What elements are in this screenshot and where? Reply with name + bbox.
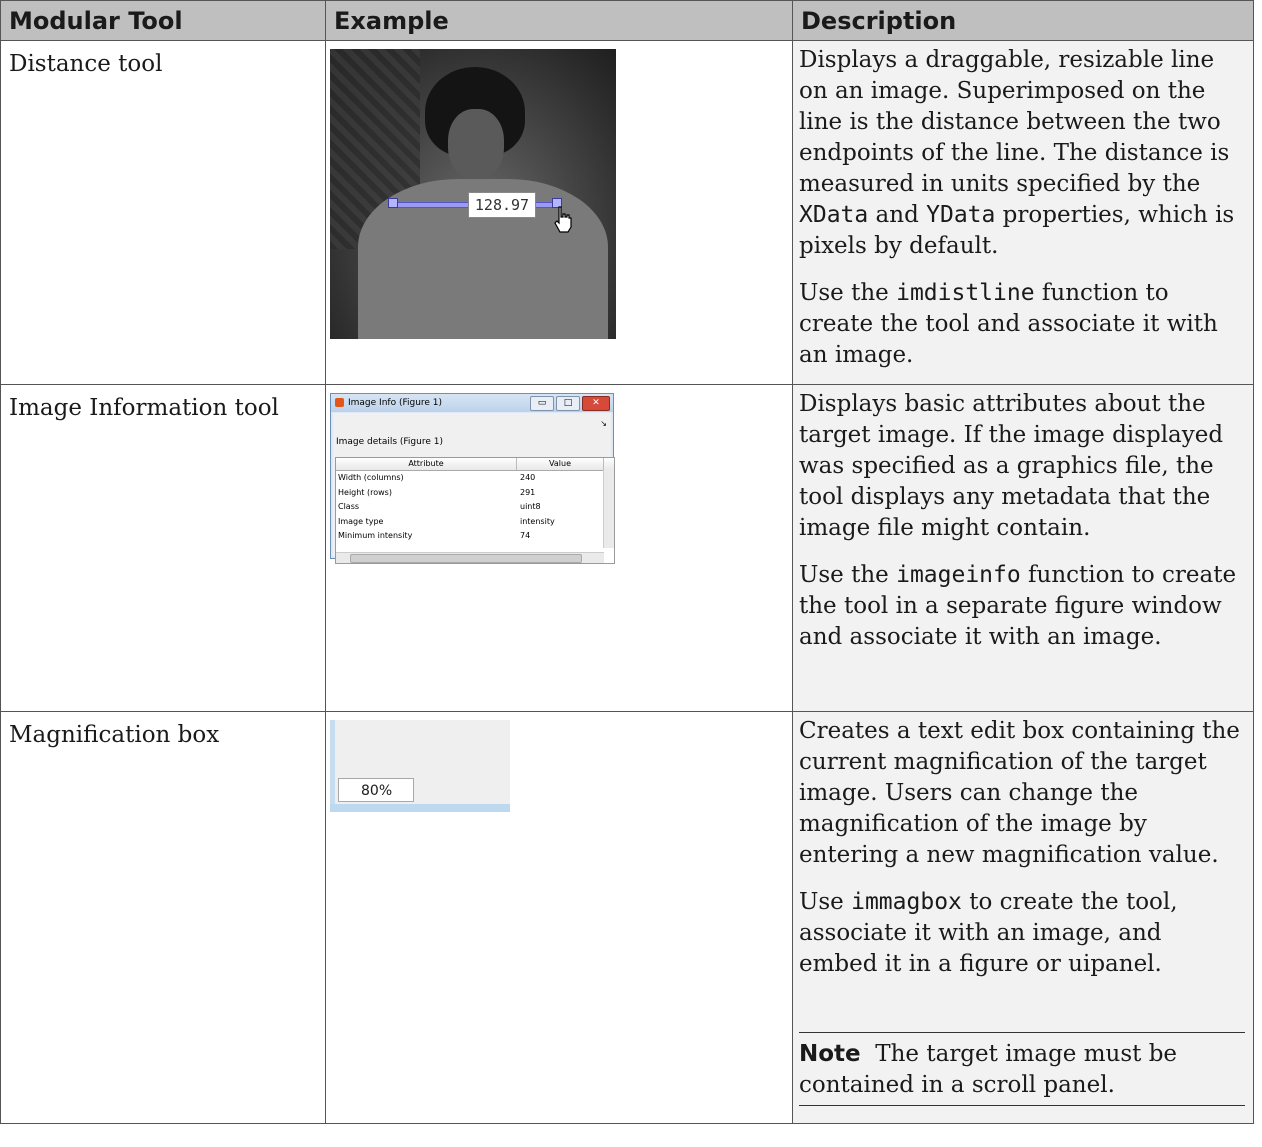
description-paragraph: Use immagbox to create the tool, associa… [799, 889, 1178, 977]
description-paragraph: Creates a text edit box containing the c… [799, 718, 1240, 868]
dock-arrow-icon[interactable]: ↘ [600, 419, 607, 428]
description-paragraph: Displays a draggable, resizable line on … [799, 47, 1235, 259]
grid-row: Width (columns) 240 [338, 473, 536, 482]
vertical-scrollbar[interactable] [603, 470, 614, 548]
note-box: Note The target image must be contained … [799, 1032, 1245, 1106]
image-details-label: Image details (Figure 1) [336, 437, 443, 447]
scrollbar-thumb[interactable] [350, 554, 582, 563]
tool-name: Magnification box [0, 711, 326, 1124]
minimize-button[interactable]: ▭ [530, 396, 554, 411]
header-example: Example [325, 0, 793, 41]
distance-line-endpoint[interactable] [388, 198, 398, 208]
grid-header: Attribute Value [336, 458, 614, 471]
column-header-value[interactable]: Value [517, 458, 604, 470]
window-title: Image Info (Figure 1) [348, 398, 443, 408]
image-info-window: Image Info (Figure 1) ▭ □ ✕ ↘ Image deta… [330, 393, 615, 564]
modular-tools-table: Modular Tool Example Description Distanc… [0, 0, 1254, 1124]
description-cell: Displays a draggable, resizable line on … [792, 40, 1254, 385]
description-cell: Displays basic attributes about the targ… [792, 384, 1254, 712]
table-row: Distance tool 128.97 Displays a draggabl… [0, 40, 1254, 385]
example-cell: 128.97 [325, 40, 793, 385]
magnification-input[interactable]: 80% [338, 778, 414, 802]
grid-row: Minimum intensity 74 [338, 531, 531, 540]
grid-row: Height (rows) 291 [338, 487, 536, 497]
hand-cursor-icon [554, 206, 572, 233]
example-cell: 80% [325, 711, 793, 1124]
column-header-attribute[interactable]: Attribute [336, 458, 517, 470]
attribute-grid: Attribute Value Width (columns) 240 Heigh… [335, 457, 615, 564]
table-header-row: Modular Tool Example Description [0, 0, 1254, 41]
close-button[interactable]: ✕ [582, 396, 610, 411]
header-description: Description [792, 0, 1254, 41]
grid-row: Image type intensity [338, 516, 555, 526]
magnification-box-example: 80% [330, 720, 510, 812]
description-paragraph: Displays basic attributes about the targ… [799, 391, 1224, 541]
example-cell: Image Info (Figure 1) ▭ □ ✕ ↘ Image deta… [325, 384, 793, 712]
distance-tool-example-image: 128.97 [330, 49, 616, 339]
description-paragraph: Use the imdistline function to create th… [799, 280, 1218, 368]
matlab-icon [335, 398, 344, 407]
header-modular-tool: Modular Tool [0, 0, 326, 41]
description-paragraph: Use the imageinfo function to create the… [799, 562, 1237, 650]
description-cell: Creates a text edit box containing the c… [792, 711, 1254, 1124]
table-row: Magnification box 80% Creates a text edi… [0, 711, 1254, 1124]
horizontal-scrollbar[interactable] [336, 552, 604, 563]
note-label: Note [799, 1041, 861, 1067]
grid-row: Class uint8 [338, 502, 541, 511]
tool-name: Image Information tool [0, 384, 326, 712]
distance-label: 128.97 [468, 192, 536, 218]
table-row: Image Information tool Image Info (Figur… [0, 384, 1254, 712]
window-title-bar: Image Info (Figure 1) ▭ □ ✕ [331, 394, 613, 412]
maximize-button[interactable]: □ [556, 396, 580, 411]
tool-name: Distance tool [0, 40, 326, 385]
